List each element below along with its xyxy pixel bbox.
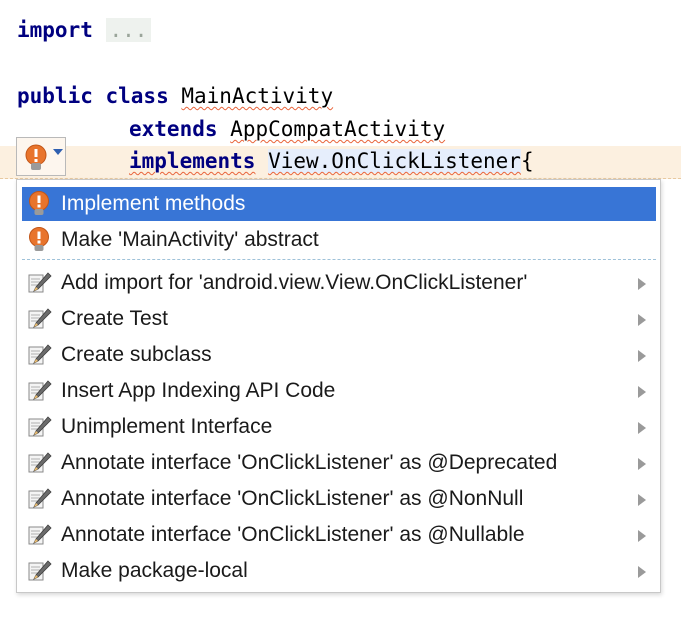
intention-bulb-button[interactable] [16,137,66,176]
menu-item-label: Annotate interface 'OnClickListener' as … [61,451,558,474]
menu-item-label: Annotate interface 'OnClickListener' as … [61,523,525,546]
menu-item-label: Implement methods [61,192,246,215]
code-line-implements[interactable]: implements View.OnClickListener{ [129,145,534,178]
keyword-import: import [17,18,93,42]
keyword-public-class: public class [17,84,169,108]
pencil-icon [28,524,52,545]
chevron-right-icon[interactable] [638,422,646,434]
pencil-icon [28,452,52,473]
menu-item-implement-methods[interactable]: Implement methods [22,187,656,221]
interface-name[interactable]: View.OnClickListener [268,149,521,173]
pencil-icon [28,308,52,329]
lightbulb-icon [25,144,47,170]
menu-item-label: Create Test [61,307,168,330]
pencil-icon [28,344,52,365]
class-name[interactable]: MainActivity [181,84,333,108]
keyword-implements: implements [129,149,256,173]
code-line-class[interactable]: public class MainActivity [17,80,333,113]
chevron-right-icon[interactable] [638,278,646,290]
menu-item-add-import[interactable]: Add import for 'android.view.View.OnClic… [22,266,656,300]
menu-item-make-package-local[interactable]: Make package-local [22,554,656,588]
menu-item-label: Unimplement Interface [61,415,273,438]
menu-item-create-test[interactable]: Create Test [22,302,656,336]
folded-imports[interactable]: ... [105,18,152,42]
code-line-extends[interactable]: extends AppCompatActivity [129,113,445,146]
keyword-extends: extends [129,117,218,141]
lightbulb-icon [29,191,49,215]
pencil-icon [28,488,52,509]
chevron-right-icon[interactable] [638,458,646,470]
menu-item-label: Annotate interface 'OnClickListener' as … [61,487,524,510]
chevron-right-icon[interactable] [638,530,646,542]
pencil-icon [28,560,52,581]
menu-item-label: Add import for 'android.view.View.OnClic… [61,271,528,294]
pencil-icon [28,380,52,401]
menu-item-insert-app-indexing[interactable]: Insert App Indexing API Code [22,374,656,408]
pencil-icon [28,416,52,437]
menu-item-make-abstract[interactable]: Make 'MainActivity' abstract [22,223,656,257]
chevron-right-icon[interactable] [638,314,646,326]
chevron-right-icon[interactable] [638,386,646,398]
code-line-import[interactable]: import ... [17,14,152,47]
pencil-icon [28,272,52,293]
menu-item-annotate-nullable[interactable]: Annotate interface 'OnClickListener' as … [22,518,656,552]
menu-item-label: Create subclass [61,343,212,366]
chevron-right-icon[interactable] [638,350,646,362]
menu-item-unimplement-interface[interactable]: Unimplement Interface [22,410,656,444]
chevron-right-icon[interactable] [638,494,646,506]
chevron-right-icon[interactable] [638,566,646,578]
menu-item-label: Make package-local [61,559,248,582]
menu-separator [22,259,656,260]
menu-item-label: Insert App Indexing API Code [61,379,336,402]
menu-item-annotate-deprecated[interactable]: Annotate interface 'OnClickListener' as … [22,446,656,480]
superclass-name[interactable]: AppCompatActivity [230,117,445,141]
menu-item-label: Make 'MainActivity' abstract [61,228,319,251]
open-brace: { [520,149,534,173]
menu-item-create-subclass[interactable]: Create subclass [22,338,656,372]
menu-item-annotate-nonnull[interactable]: Annotate interface 'OnClickListener' as … [22,482,656,516]
intention-actions-popup[interactable]: Implement methods Make 'MainActivity' ab… [16,179,661,593]
chevron-down-icon [53,149,63,155]
lightbulb-icon [29,227,49,251]
